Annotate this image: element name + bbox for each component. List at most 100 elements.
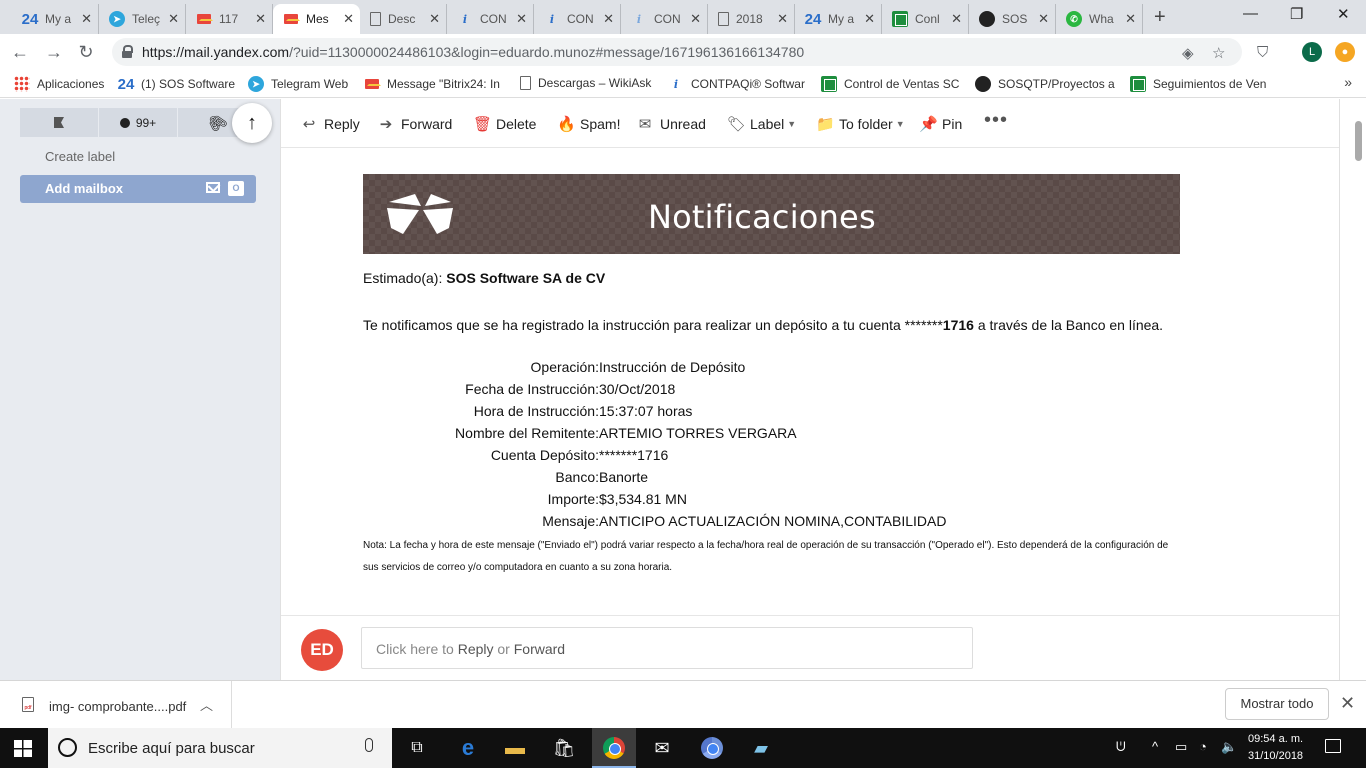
quick-reply-box[interactable]: Click here to Reply or Forward (361, 627, 973, 669)
bookmark-item[interactable]: i CONTPAQi® Softwar (668, 76, 808, 92)
create-label-link[interactable]: Create label (45, 149, 115, 164)
edge-icon[interactable]: e (456, 735, 480, 760)
tab[interactable]: ➤ Teleç ✕ (99, 4, 186, 34)
scroll-to-top-button[interactable]: ↑ (232, 103, 272, 143)
close-icon[interactable]: ✕ (603, 11, 614, 27)
reply-button[interactable]: ↩ Reply (301, 115, 360, 133)
taskbar-search[interactable]: Escribe aquí para buscar (48, 728, 392, 768)
close-icon[interactable]: ✕ (429, 11, 440, 27)
close-icon[interactable]: ✕ (516, 11, 527, 27)
detail-value: $3,534.81 MN (599, 491, 687, 507)
windows-start-icon[interactable] (14, 740, 32, 757)
task-view-icon[interactable]: ⧉ (405, 736, 429, 760)
unread-filter-button[interactable]: 99+ (99, 108, 178, 137)
chrome-icon[interactable] (602, 736, 626, 760)
bookmark-item[interactable]: SOSQTP/Proyectos at (975, 76, 1115, 92)
tab[interactable]: 2018 ✕ (708, 4, 795, 34)
quick-reply-area: ED Click here to Reply or Forward (281, 615, 1339, 680)
show-all-downloads-button[interactable]: Mostrar todo (1225, 688, 1329, 720)
close-window-icon[interactable]: ✕ (1337, 5, 1350, 23)
windows-taskbar: Escribe aquí para buscar ⧉ e ▬ 🛍 ✉ ▰ ᕫ ^… (0, 728, 1366, 768)
flagged-filter-button[interactable] (20, 108, 99, 137)
tab-title: Wha (1089, 12, 1114, 26)
page-scrollbar[interactable] (1340, 99, 1366, 680)
battery-icon[interactable]: ▭ (1175, 739, 1187, 755)
close-icon[interactable]: ✕ (1038, 11, 1049, 27)
spam-button[interactable]: 🔥 Spam! (557, 115, 620, 133)
bookmark-item[interactable]: Message "Bitrix24: In (364, 76, 506, 92)
url-text[interactable]: https://mail.yandex.com/?uid=11300000244… (142, 44, 804, 60)
close-icon[interactable]: ✕ (777, 11, 788, 27)
detail-value: *******1716 (599, 447, 669, 463)
bookmark-item[interactable]: 24 (1) SOS Software (118, 76, 238, 92)
chrome-profile-icon[interactable] (700, 736, 724, 760)
new-tab-button[interactable]: + (1154, 6, 1166, 29)
close-icon[interactable]: ✕ (343, 11, 354, 27)
people-icon[interactable]: ᕫ (1116, 739, 1126, 755)
star-icon[interactable]: ☆ (1212, 44, 1225, 62)
volume-icon[interactable]: 🔈 (1221, 739, 1237, 755)
close-icon[interactable]: ✕ (168, 11, 179, 27)
notepad-app-icon[interactable]: ▰ (749, 736, 773, 760)
quick-forward-link[interactable]: Forward (514, 641, 565, 657)
quick-reply-link[interactable]: Reply (458, 641, 494, 657)
forward-arrow-icon[interactable]: → (42, 40, 66, 64)
tab[interactable]: 117 ✕ (186, 4, 273, 34)
tab[interactable]: i CON ✕ (534, 4, 621, 34)
tab[interactable]: ✆ Wha ✕ (1056, 4, 1143, 34)
download-item[interactable]: pdf img- comprobante....pdf ︿ (0, 681, 232, 729)
close-icon[interactable]: ✕ (1340, 693, 1355, 714)
tab-active[interactable]: Mes ✕ (273, 4, 360, 34)
pdf-file-icon: pdf (22, 697, 34, 712)
forward-button[interactable]: ➔ Forward (378, 115, 453, 133)
bookmark-apps[interactable]: Aplicaciones (14, 76, 114, 92)
maximize-icon[interactable]: ❐ (1290, 5, 1303, 23)
to-folder-button[interactable]: 📁 To folder ▼ (816, 115, 905, 133)
add-mailbox-button[interactable]: Add mailbox O (20, 175, 256, 203)
tab[interactable]: 24 My a ✕ (795, 4, 882, 34)
file-explorer-icon[interactable]: ▬ (503, 736, 527, 760)
tab[interactable]: i CON ✕ (447, 4, 534, 34)
bookmark-item[interactable]: ➤ Telegram Web (248, 76, 353, 92)
tab[interactable]: Desc ✕ (360, 4, 447, 34)
reload-icon[interactable]: ↻ (74, 40, 98, 64)
profile-avatar[interactable]: L (1302, 42, 1322, 62)
tab[interactable]: SOS ✕ (969, 4, 1056, 34)
scrollbar-thumb[interactable] (1355, 121, 1362, 161)
tab[interactable]: i CON ✕ (621, 4, 708, 34)
label-button[interactable]: 🏷 Label ▼ (727, 115, 796, 133)
microphone-icon[interactable] (365, 738, 373, 752)
bookmark-item[interactable]: Descargas – WikiAsk (520, 76, 660, 90)
back-arrow-icon[interactable]: ← (8, 40, 32, 64)
close-icon[interactable]: ✕ (864, 11, 875, 27)
chevron-up-icon[interactable]: ︿ (200, 695, 213, 714)
tab[interactable]: 24 My a ✕ (12, 4, 99, 34)
delete-button[interactable]: 🗑 Delete (473, 115, 536, 133)
bookmark-item[interactable]: Seguimientos de Ven (1130, 76, 1268, 92)
unread-button[interactable]: ✉ Unread (637, 115, 706, 133)
minimize-icon[interactable]: — (1243, 5, 1258, 22)
more-options-icon[interactable]: ••• (984, 109, 1008, 132)
chevron-double-right-icon[interactable]: » (1344, 74, 1352, 90)
tab-title: Desc (388, 12, 416, 26)
wifi-icon[interactable]: ◔ (1199, 739, 1207, 754)
extension-icon[interactable]: ● (1335, 42, 1355, 62)
bookmark-item[interactable]: Control de Ventas SC (821, 76, 961, 92)
browser-tab-strip: 24 My a ✕ ➤ Teleç ✕ 117 ✕ Mes ✕ Desc ✕ i… (0, 0, 1366, 34)
store-icon[interactable]: 🛍 (552, 736, 576, 760)
close-icon[interactable]: ✕ (255, 11, 266, 27)
shield-extension-icon[interactable]: ⛉ (1257, 44, 1268, 61)
close-icon[interactable]: ✕ (1125, 11, 1136, 27)
close-icon[interactable]: ✕ (81, 11, 92, 27)
pin-button[interactable]: 📌 Pin (919, 115, 962, 133)
translate-icon[interactable]: ◈ (1182, 44, 1194, 62)
close-icon[interactable]: ✕ (690, 11, 701, 27)
notification-center-icon[interactable] (1325, 739, 1341, 753)
close-icon[interactable]: ✕ (951, 11, 962, 27)
trash-icon: 🗑 (473, 116, 493, 133)
tab[interactable]: Conl ✕ (882, 4, 969, 34)
system-clock[interactable]: 09:54 a. m. 31/10/2018 (1248, 731, 1303, 765)
mail-app-icon[interactable]: ✉ (650, 736, 674, 760)
chevron-up-icon[interactable]: ^ (1152, 739, 1158, 754)
address-bar[interactable]: https://mail.yandex.com/?uid=11300000244… (112, 38, 1242, 66)
